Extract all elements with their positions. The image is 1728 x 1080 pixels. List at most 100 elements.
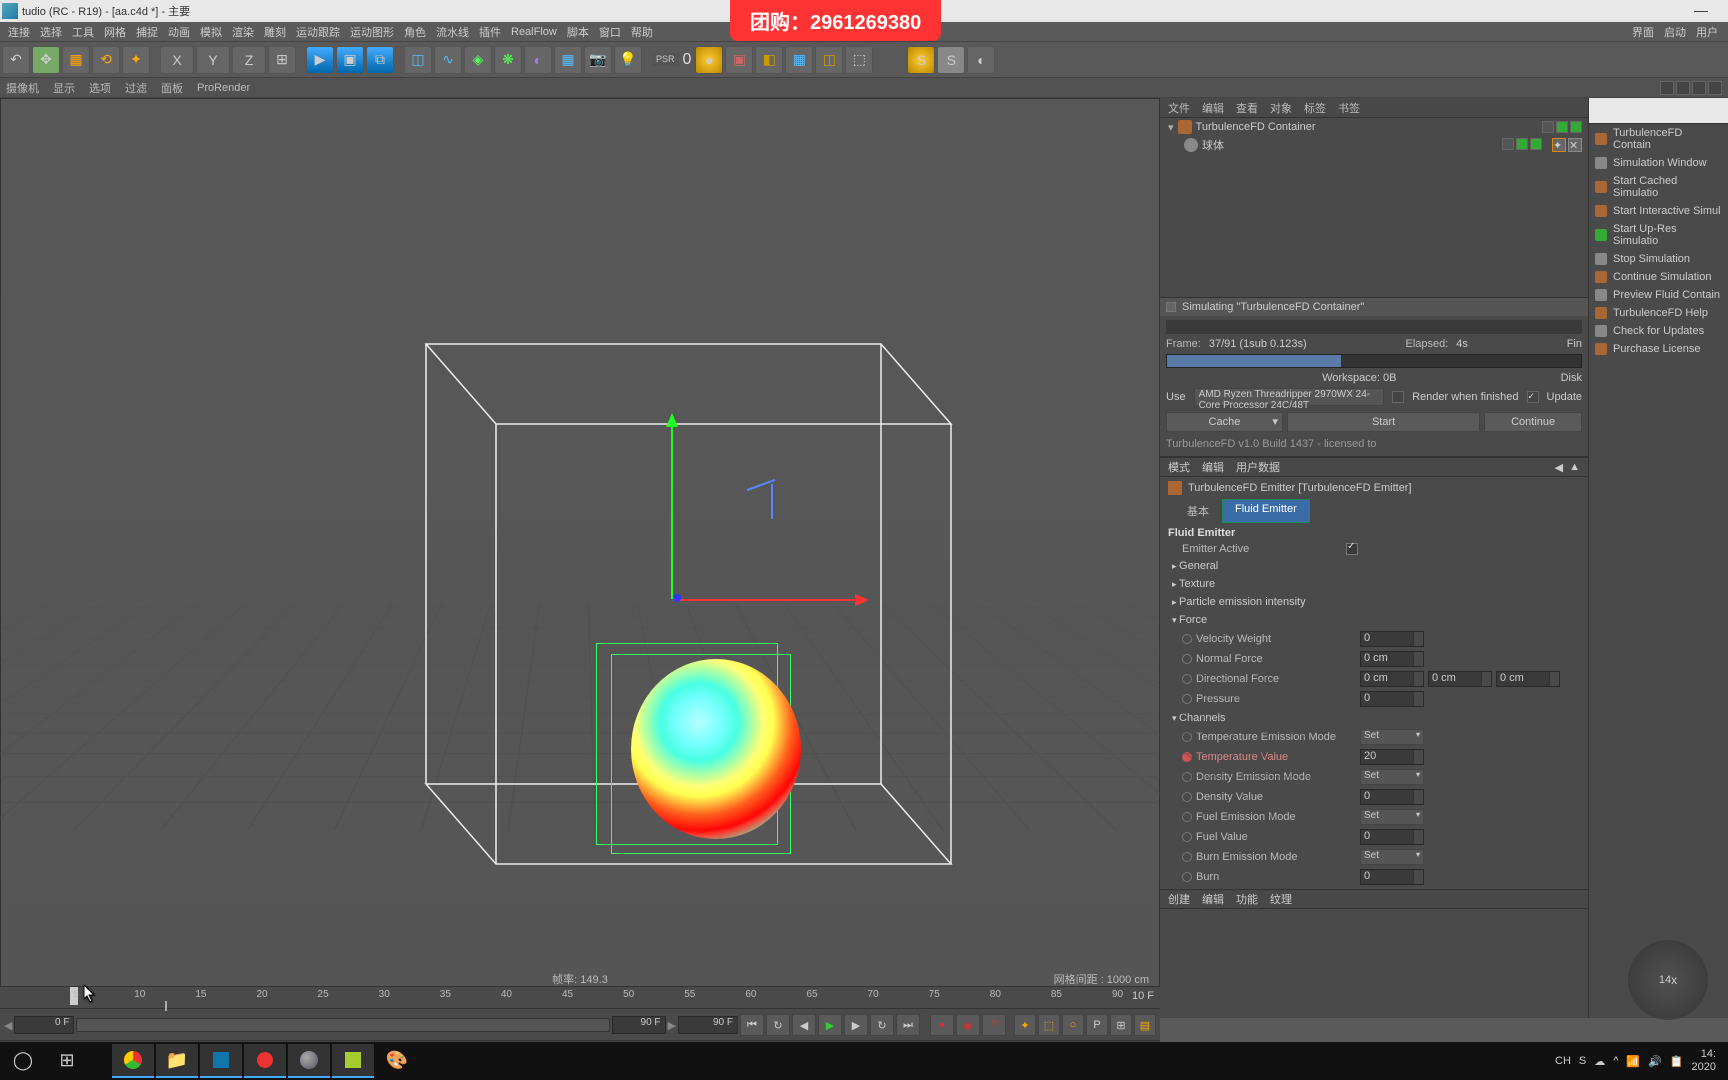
- system-tray[interactable]: CHS☁^📶🔊📋 14:2020: [1555, 1048, 1726, 1074]
- attr-menu-item[interactable]: 编辑: [1202, 459, 1224, 475]
- view-menu-item[interactable]: 显示: [53, 80, 75, 96]
- normal-force-input[interactable]: 0 cm: [1360, 651, 1424, 667]
- c4d-taskbar-icon[interactable]: [288, 1044, 330, 1078]
- timeline-range-slider[interactable]: [76, 1018, 609, 1032]
- key-rot-btn[interactable]: ○: [1062, 1014, 1084, 1036]
- plugin-menu-item[interactable]: TurbulenceFD Contain: [1589, 124, 1728, 154]
- plugin-menu-item[interactable]: Start Interactive Simul: [1589, 202, 1728, 220]
- vp-opt4-icon[interactable]: [1708, 81, 1722, 95]
- goto-start-btn[interactable]: ⏮: [740, 1014, 764, 1036]
- menu-item[interactable]: 雕刻: [264, 24, 286, 40]
- pressure-input[interactable]: 0: [1360, 691, 1424, 707]
- menu-item[interactable]: 动画: [168, 24, 190, 40]
- cube-primitive-btn[interactable]: ◫: [404, 46, 432, 74]
- tray-icon[interactable]: 🔊: [1648, 1055, 1662, 1068]
- environment-btn[interactable]: ▦: [554, 46, 582, 74]
- key-scale-btn[interactable]: ⬚: [1038, 1014, 1060, 1036]
- obj-row-sphere[interactable]: 球体 ✦ ✕: [1160, 136, 1588, 154]
- menu-item[interactable]: 连接: [8, 24, 30, 40]
- next-frame-btn[interactable]: ▶: [844, 1014, 868, 1036]
- gizmo-x-axis[interactable]: [673, 599, 863, 601]
- continue-button[interactable]: Continue: [1484, 412, 1582, 432]
- app3-taskbar-icon[interactable]: [332, 1044, 374, 1078]
- start-button[interactable]: Start: [1287, 412, 1480, 432]
- temp-value-input[interactable]: 20: [1360, 749, 1424, 765]
- tool5-btn[interactable]: ◫: [815, 46, 843, 74]
- attr-prev-icon[interactable]: ◀: [1555, 461, 1563, 474]
- key-param-btn[interactable]: P: [1086, 1014, 1108, 1036]
- obj-row-container[interactable]: ▾ TurbulenceFD Container: [1160, 118, 1588, 136]
- objmgr-menu-item[interactable]: 书签: [1338, 100, 1360, 116]
- menu-item[interactable]: 运动跟踪: [296, 24, 340, 40]
- gizmo-z-handle[interactable]: [673, 594, 681, 602]
- tray-icon[interactable]: ^: [1613, 1055, 1618, 1067]
- plugin-menu-item[interactable]: Simulation Window: [1589, 154, 1728, 172]
- menu-item[interactable]: 选择: [40, 24, 62, 40]
- tray-icon[interactable]: ☁: [1594, 1055, 1605, 1068]
- render-settings-btn[interactable]: ⧉: [366, 46, 394, 74]
- rwf-checkbox[interactable]: [1392, 391, 1404, 403]
- menu-item[interactable]: 用户: [1696, 24, 1718, 40]
- tray-icon[interactable]: 📋: [1670, 1055, 1684, 1068]
- vp-opt1-icon[interactable]: [1660, 81, 1674, 95]
- plugin-s1-btn[interactable]: S: [907, 46, 935, 74]
- plugin-menu-item[interactable]: TurbulenceFD Help: [1589, 304, 1728, 322]
- edge-taskbar-icon[interactable]: [200, 1044, 242, 1078]
- tab-basic[interactable]: 基本: [1174, 499, 1222, 523]
- plugin-menu-item[interactable]: Preview Fluid Contain: [1589, 286, 1728, 304]
- dir-force-x-input[interactable]: 0 cm: [1360, 671, 1424, 687]
- dir-force-z-input[interactable]: 0 cm: [1496, 671, 1560, 687]
- plugin-menu-item[interactable]: Purchase License: [1589, 340, 1728, 358]
- density-mode-select[interactable]: Set: [1360, 769, 1424, 785]
- cache-button[interactable]: Cache: [1166, 412, 1283, 432]
- chrome-taskbar-icon[interactable]: [112, 1044, 154, 1078]
- loop-btn[interactable]: ↻: [766, 1014, 790, 1036]
- attr-menu-item[interactable]: 模式: [1168, 459, 1190, 475]
- tool1-btn[interactable]: ●: [695, 46, 723, 74]
- menu-item[interactable]: 渲染: [232, 24, 254, 40]
- objmgr-menu-item[interactable]: 对象: [1270, 100, 1292, 116]
- view-menu-item[interactable]: 面板: [161, 80, 183, 96]
- minimize-icon[interactable]: —: [1694, 2, 1708, 18]
- camera-btn[interactable]: 📷: [584, 46, 612, 74]
- view-menu-item[interactable]: 选项: [89, 80, 111, 96]
- key-pos-btn[interactable]: ✦: [1014, 1014, 1036, 1036]
- plugin-s3-btn[interactable]: ◐: [967, 46, 995, 74]
- tool4-btn[interactable]: ▦: [785, 46, 813, 74]
- plugin-menu-item[interactable]: Continue Simulation: [1589, 268, 1728, 286]
- density-value-input[interactable]: 0: [1360, 789, 1424, 805]
- menu-item[interactable]: 插件: [479, 24, 501, 40]
- tray-icon[interactable]: CH: [1555, 1055, 1571, 1067]
- key-pla-btn[interactable]: ⊞: [1110, 1014, 1132, 1036]
- obj-name[interactable]: TurbulenceFD Container: [1196, 121, 1316, 133]
- loop2-btn[interactable]: ↻: [870, 1014, 894, 1036]
- tag-icon[interactable]: ✦: [1552, 138, 1566, 152]
- live-select-btn[interactable]: ✥: [32, 46, 60, 74]
- menu-item[interactable]: 捕捉: [136, 24, 158, 40]
- light-btn[interactable]: 💡: [614, 46, 642, 74]
- menu-item[interactable]: 窗口: [599, 24, 621, 40]
- plugin-menu-item[interactable]: Check for Updates: [1589, 322, 1728, 340]
- tl-prev-icon[interactable]: ◀: [4, 1019, 12, 1032]
- rotate-btn[interactable]: ⟲: [92, 46, 120, 74]
- mograph-btn[interactable]: ❋: [494, 46, 522, 74]
- objmgr-menu-item[interactable]: 标签: [1304, 100, 1326, 116]
- menu-item[interactable]: 工具: [72, 24, 94, 40]
- update-checkbox[interactable]: [1527, 391, 1539, 403]
- deformer-btn[interactable]: ◐: [524, 46, 552, 74]
- generator-btn[interactable]: ◈: [464, 46, 492, 74]
- texture-section[interactable]: Texture: [1168, 575, 1580, 593]
- objmgr-menu-item[interactable]: 文件: [1168, 100, 1190, 116]
- frame-start-field[interactable]: 0 F: [14, 1016, 74, 1034]
- play-btn[interactable]: ▶: [818, 1014, 842, 1036]
- layer-toggle[interactable]: [1502, 138, 1514, 150]
- object-list[interactable]: ▾ TurbulenceFD Container 球体: [1160, 118, 1588, 298]
- plugin-search[interactable]: [1589, 98, 1728, 124]
- keyopt-btn[interactable]: ?: [982, 1014, 1006, 1036]
- vp-opt2-icon[interactable]: [1676, 81, 1690, 95]
- dir-force-y-input[interactable]: 0 cm: [1428, 671, 1492, 687]
- attr-up-icon[interactable]: ▲: [1569, 461, 1580, 474]
- view-menu-item[interactable]: ProRender: [197, 82, 250, 94]
- psr-zero[interactable]: 0: [681, 51, 694, 69]
- plugin-menu-item[interactable]: Stop Simulation: [1589, 250, 1728, 268]
